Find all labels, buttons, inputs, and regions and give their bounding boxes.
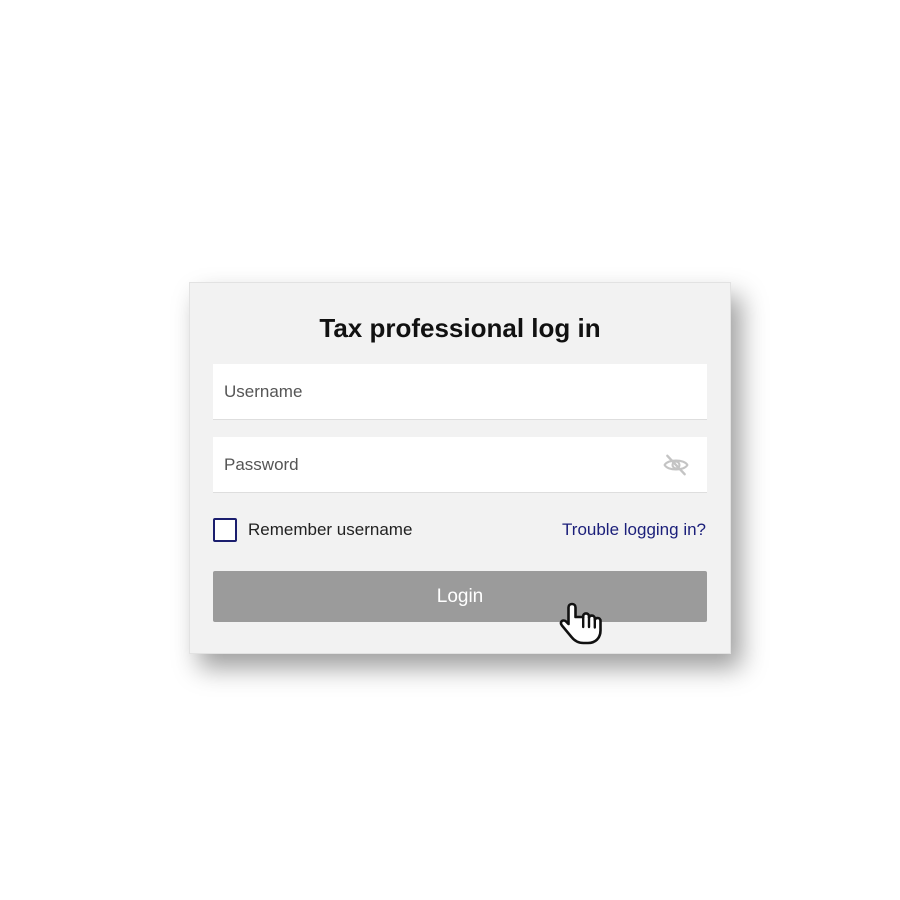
password-field (213, 437, 707, 493)
trouble-logging-in-link[interactable]: Trouble logging in? (562, 520, 706, 540)
remember-username-label: Remember username (248, 520, 413, 539)
stage: Tax professional log in Remember usernam… (0, 0, 900, 900)
login-card: Tax professional log in Remember usernam… (189, 282, 731, 654)
username-input[interactable] (213, 364, 707, 419)
page-title: Tax professional log in (319, 313, 601, 343)
username-field (213, 364, 707, 420)
password-input[interactable] (213, 437, 707, 492)
login-button[interactable]: Login (213, 571, 707, 622)
remember-username[interactable]: Remember username (213, 516, 412, 544)
remember-username-checkbox[interactable] (213, 518, 237, 542)
eye-slash-icon[interactable] (663, 452, 689, 478)
